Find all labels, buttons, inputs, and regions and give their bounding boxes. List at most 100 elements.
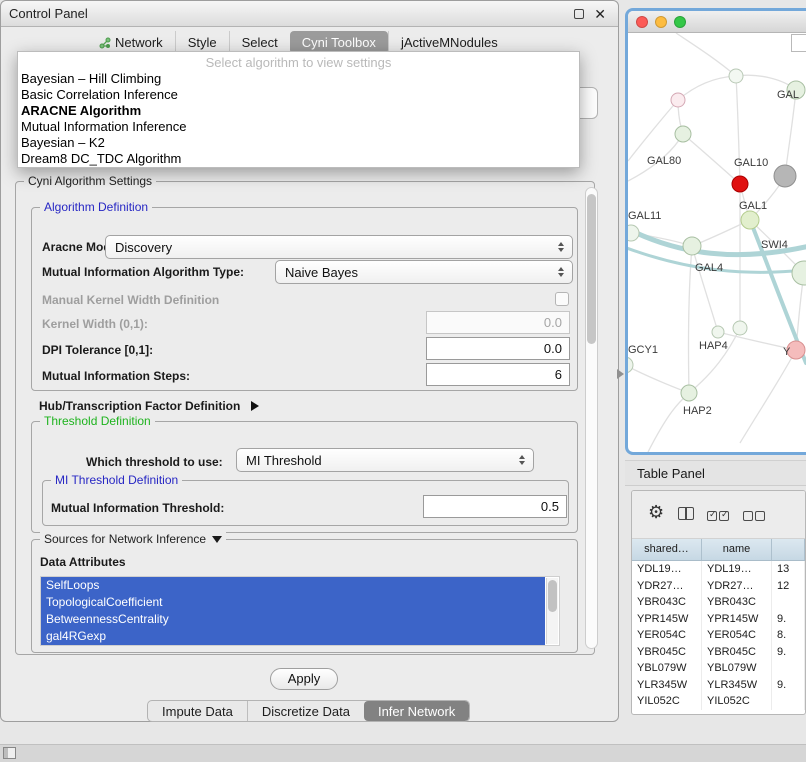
which-threshold-value: MI Threshold [237, 453, 514, 468]
settings-gear-icon[interactable]: ⚙ [648, 502, 664, 522]
show-panel-icon[interactable] [3, 747, 16, 759]
algorithm-option[interactable]: ARACNE Algorithm [18, 103, 579, 119]
network-node[interactable] [732, 176, 748, 192]
network-node[interactable] [681, 385, 697, 401]
sources-group-legend[interactable]: Sources for Network Inference [40, 532, 226, 547]
column-header[interactable] [772, 539, 805, 560]
panel-divider-arrow[interactable] [617, 369, 624, 379]
attribute-list-item[interactable]: BetweennessCentrality [41, 611, 545, 628]
table-row[interactable]: YBR043CYBR043C [632, 594, 805, 611]
network-edge[interactable] [692, 220, 750, 246]
network-edge[interactable] [683, 134, 740, 184]
which-threshold-label: Which threshold to use: [86, 454, 223, 470]
settings-scrollbar[interactable] [585, 187, 598, 649]
scroll-corner [791, 34, 806, 52]
bottom-tab-infer-network[interactable]: Infer Network [364, 701, 469, 721]
network-edge[interactable] [688, 246, 692, 393]
deselect-all-icon[interactable] [742, 508, 766, 526]
table-cell [772, 594, 805, 611]
network-node[interactable] [628, 357, 633, 373]
select-all-icon[interactable] [706, 508, 730, 526]
table-cell: YPR145W [702, 611, 772, 628]
node-label: GCY1 [628, 344, 658, 356]
table-cell: 13 [772, 561, 805, 578]
bottom-tab-discretize-data[interactable]: Discretize Data [247, 701, 364, 721]
scrollbar-thumb[interactable] [548, 580, 557, 612]
control-panel-titlebar: Control Panel ✕ [1, 1, 618, 27]
table-row[interactable]: YBL079WYBL079W [632, 660, 805, 677]
zoom-traffic-light[interactable] [674, 16, 686, 28]
attribute-list-item[interactable]: SelfLoops [41, 577, 545, 594]
network-node[interactable] [741, 211, 759, 229]
table-cell: YDR27… [632, 578, 702, 595]
network-node[interactable] [671, 93, 685, 107]
hub-definition-toggle[interactable]: Hub/Transcription Factor Definition [39, 397, 259, 413]
algorithm-option[interactable]: Basic Correlation Inference [18, 87, 579, 103]
network-edge[interactable] [785, 90, 796, 176]
table-row[interactable]: YIL052CYIL052C [632, 693, 805, 710]
network-node[interactable] [792, 261, 806, 285]
attribute-list-item[interactable]: gal4RGexp [41, 628, 545, 645]
mi-threshold-value: 0.5 [541, 499, 559, 514]
network-node[interactable] [774, 165, 796, 187]
network-edge[interactable] [689, 328, 740, 393]
table-cell: 12 [772, 578, 805, 595]
node-label: HAP4 [699, 340, 728, 352]
node-label: SWI4 [761, 239, 788, 251]
scrollbar-thumb[interactable] [587, 194, 596, 344]
network-graph[interactable]: GALGAL80GAL10GAL11GAL1SWI4GAL4GCY1HAP4YH… [628, 33, 806, 452]
node-label: GAL [777, 89, 799, 101]
network-node[interactable] [628, 225, 639, 241]
apply-button[interactable]: Apply [270, 668, 338, 690]
kernel-width-field[interactable]: 0.0 [426, 311, 570, 334]
algorithm-option[interactable]: Bayesian – Hill Climbing [18, 71, 579, 87]
algorithm-option[interactable]: Mutual Information Inference [18, 119, 579, 135]
table-cell: YBR043C [702, 594, 772, 611]
column-header[interactable]: shared… [632, 539, 702, 560]
dpi-tolerance-label: DPI Tolerance [0,1]: [42, 342, 153, 358]
float-window-icon[interactable] [574, 9, 584, 19]
network-node[interactable] [683, 237, 701, 255]
node-label: GAL4 [695, 262, 723, 274]
network-edge[interactable] [628, 100, 678, 161]
close-traffic-light[interactable] [636, 16, 648, 28]
table-row[interactable]: YBR045CYBR045C9. [632, 644, 805, 661]
mi-threshold-field[interactable]: 0.5 [423, 495, 567, 518]
table-row[interactable]: YER054CYER054C8. [632, 627, 805, 644]
attribute-list-item[interactable]: TopologicalCoefficient [41, 594, 545, 611]
table-cell: YLR345W [702, 677, 772, 694]
network-edge[interactable] [740, 350, 796, 443]
network-node[interactable] [729, 69, 743, 83]
mi-type-combobox[interactable]: Naive Bayes [275, 260, 573, 284]
list-scrollbar[interactable] [546, 578, 558, 644]
network-node[interactable] [712, 326, 724, 338]
mi-type-label: Mutual Information Algorithm Type: [42, 264, 244, 280]
network-window-titlebar [628, 11, 806, 33]
table-row[interactable]: YLR345WYLR345W9. [632, 677, 805, 694]
table-row[interactable]: YPR145WYPR145W9. [632, 611, 805, 628]
network-node[interactable] [733, 321, 747, 335]
algorithm-option[interactable]: Dream8 DC_TDC Algorithm [18, 151, 579, 167]
algorithm-option[interactable]: Bayesian – K2 [18, 135, 579, 151]
table-row[interactable]: YDR27…YDR27…12 [632, 578, 805, 595]
network-edge[interactable] [648, 393, 689, 452]
network-edge[interactable] [678, 76, 736, 100]
dpi-tolerance-field[interactable]: 0.0 [426, 337, 570, 360]
bottom-tab-impute-data[interactable]: Impute Data [148, 701, 247, 721]
minimize-traffic-light[interactable] [655, 16, 667, 28]
mi-steps-field[interactable]: 6 [426, 363, 570, 386]
column-header[interactable]: name [702, 539, 772, 560]
expand-triangle-icon [251, 401, 259, 411]
network-edge[interactable] [676, 33, 736, 76]
network-edge[interactable] [628, 365, 689, 393]
table-panel: ⚙ shared…name YDL19…YDL19…13YDR27…YDR27…… [631, 490, 806, 715]
network-edge[interactable] [692, 246, 718, 332]
data-attributes-list[interactable]: SelfLoopsTopologicalCoefficientBetweenne… [40, 576, 560, 646]
aracne-mode-combobox[interactable]: Discovery [105, 235, 573, 259]
network-node[interactable] [675, 126, 691, 142]
column-selector-icon[interactable] [678, 507, 694, 520]
which-threshold-combobox[interactable]: MI Threshold [236, 448, 534, 472]
manual-kernel-checkbox[interactable] [555, 292, 569, 306]
table-row[interactable]: YDL19…YDL19…13 [632, 561, 805, 578]
close-panel-icon[interactable]: ✕ [594, 4, 606, 24]
